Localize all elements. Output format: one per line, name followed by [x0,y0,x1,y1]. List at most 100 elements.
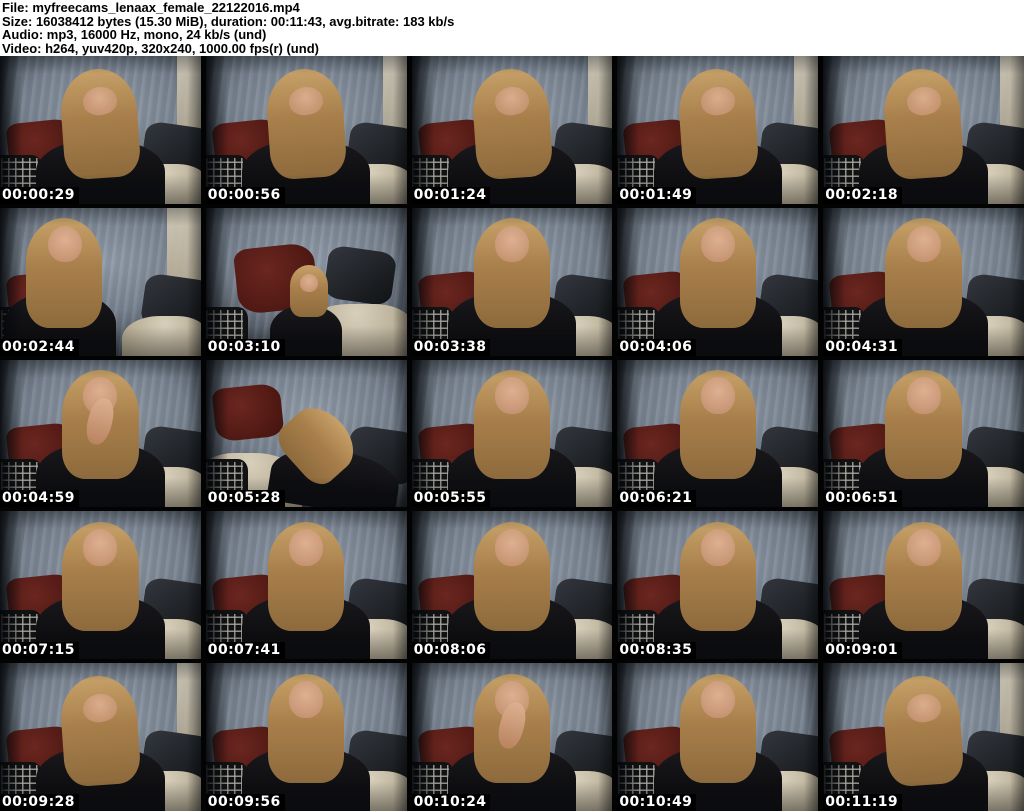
red-pillow-shape [622,572,697,634]
thumbnail-timestamp: 00:08:35 [617,642,697,660]
red-pillow-shape [417,421,491,482]
thumbnail-timestamp: 00:01:49 [617,186,697,204]
red-pillow-shape [5,269,79,330]
red-pillow-shape [5,724,79,785]
thumbnail-timestamp: 00:03:38 [411,338,491,356]
thumbnail-timestamp: 00:00:56 [205,186,285,204]
red-pillow-shape [5,421,79,482]
thumbnail-image [411,511,613,660]
figure-face-shape [493,85,531,118]
couch-shape [328,619,407,660]
figure-face-shape [904,692,943,725]
red-pillow-shape [417,572,491,634]
couch-shape [122,315,201,356]
couch-shape [945,619,1024,660]
thumbnail-image [0,511,201,660]
thumbnail-image [205,511,407,660]
dark-pillow-shape [756,120,819,184]
thumbnail-image [0,207,201,356]
dark-pillow-shape [962,728,1024,791]
couch-shape [534,619,613,660]
couch-shape [534,771,613,811]
video-thumbnail: 00:11:19 [823,663,1024,811]
couch-shape [945,771,1024,811]
thumbnail-timestamp: 00:02:18 [823,186,903,204]
couch-shape [300,303,407,356]
figure-hair-shape [58,66,143,182]
video-thumbnail: 00:09:56 [205,663,407,811]
dark-pillow-shape [756,272,819,335]
thumbnail-timestamp: 00:00:29 [0,186,79,204]
figure-face-shape [906,225,941,263]
video-thumbnail: 00:02:18 [823,56,1024,204]
figure-hair-shape [268,673,345,783]
thumbnail-image [617,663,819,811]
figure-face-shape [289,529,324,567]
dark-pillow-shape [550,576,613,639]
video-thumbnail: 00:01:24 [411,56,613,204]
figure-torso-shape [266,441,403,508]
thumbnail-timestamp: 00:05:55 [411,490,491,508]
couch-shape [739,163,819,204]
figure-hair-shape [885,521,962,632]
thumbnail-image [617,207,819,356]
red-pillow-shape [417,117,491,178]
thumbnail-image [823,663,1024,811]
video-thumbnail: 00:03:10 [205,207,407,356]
figure-face-shape [81,85,120,118]
video-thumbnail: 00:05:55 [411,359,613,508]
red-pillow-shape [417,269,491,330]
dark-pillow-shape [550,424,613,487]
thumbnail-image [0,663,201,811]
figure-hair-shape [62,521,139,632]
red-pillow-shape [211,382,285,443]
couch-shape [945,163,1024,204]
thumbnail-timestamp: 00:02:44 [0,338,79,356]
figure-face-shape [289,680,324,718]
red-pillow-shape [622,421,697,482]
video-thumbnail: 00:04:31 [823,207,1024,356]
dark-pillow-shape [139,120,201,184]
thumbnail-image [205,207,407,356]
dark-pillow-shape [756,576,819,639]
video-thumbnail: 00:00:29 [0,56,201,204]
video-thumbnail: 00:06:21 [617,359,819,508]
figure-face-shape [81,692,120,725]
file-name-line: File: myfreecams_lenaax_female_22122016.… [2,0,300,15]
figure-hair-shape [675,66,760,182]
red-pillow-shape [828,572,903,634]
figure-hair-shape [885,369,962,480]
figure-face-shape [700,377,735,415]
red-pillow-shape [211,572,285,634]
couch-shape [739,771,819,811]
red-pillow-shape [828,117,903,178]
figure-hair-shape [470,66,554,182]
dark-pillow-shape [344,728,407,791]
video-thumbnail: 00:08:06 [411,511,613,660]
video-thumbnail: 00:04:59 [0,359,201,508]
figure-face-shape [700,680,735,718]
thumbnail-image [205,663,407,811]
video-thumbnail: 00:07:41 [205,511,407,660]
red-pillow-shape [828,724,903,785]
red-pillow-shape [828,269,903,330]
figure-hair-shape [473,521,551,632]
thumbnail-timestamp: 00:04:31 [823,338,903,356]
figure-hair-shape [881,673,966,789]
dark-pillow-shape [344,424,407,487]
figure-face-shape [494,225,530,263]
dark-pillow-shape [344,120,407,184]
thumbnail-timestamp: 00:01:24 [411,186,491,204]
figure-hair-shape [881,66,966,182]
thumbnail-timestamp: 00:09:28 [0,794,79,811]
figure-hair-shape [290,265,329,318]
video-thumbnail: 00:00:56 [205,56,407,204]
dark-pillow-shape [550,728,613,791]
figure-face-shape [494,377,530,415]
figure-face-shape [906,377,941,415]
thumbnail-timestamp: 00:03:10 [205,338,285,356]
thumbnail-timestamp: 00:07:15 [0,642,79,660]
curtain-drape-shape [794,56,819,175]
red-pillow-shape [5,572,79,634]
thumbnail-image [823,359,1024,508]
